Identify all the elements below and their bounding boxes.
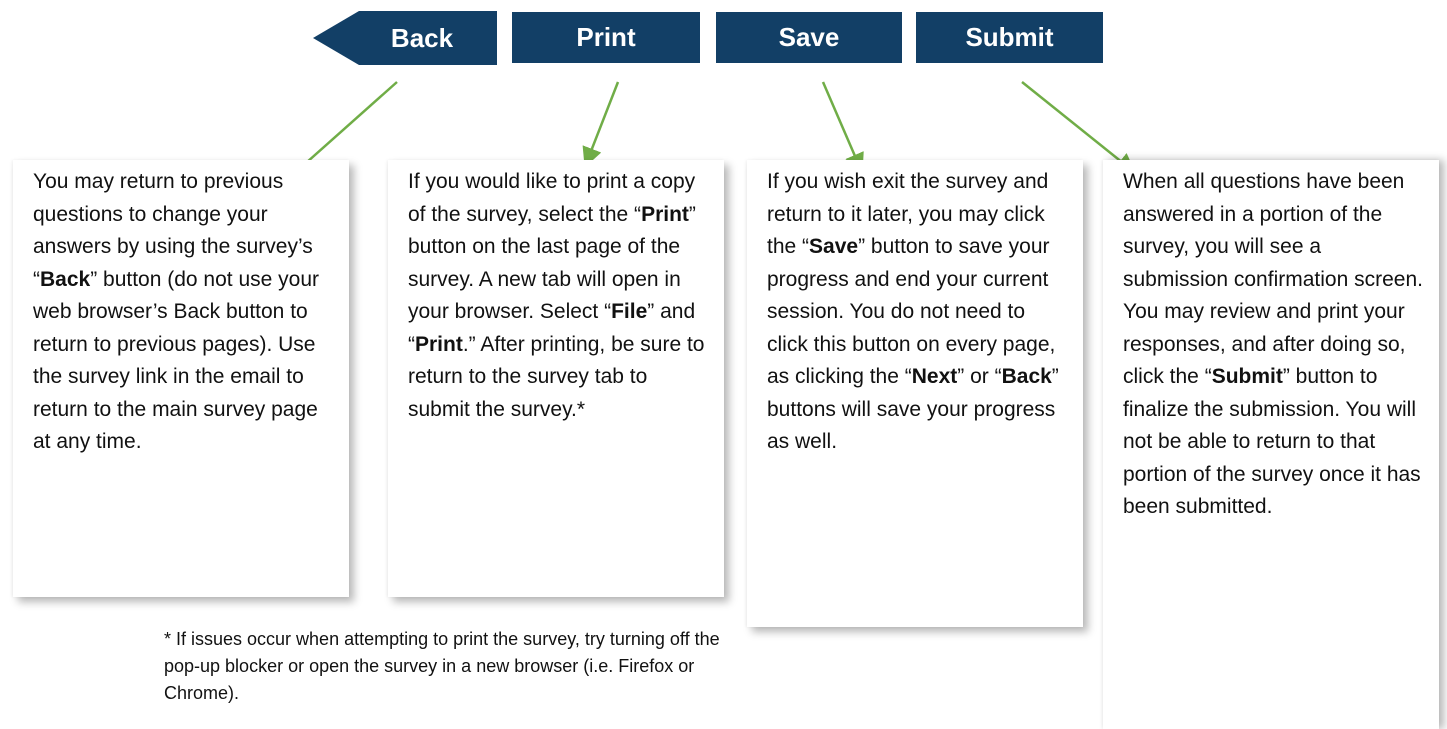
print-button[interactable]: Print (512, 12, 700, 63)
back-button-label: Back (390, 22, 454, 53)
save-button-label: Save (778, 22, 840, 52)
submit-info-text: When all questions have been answered in… (1123, 170, 1423, 518)
submit-info-card: When all questions have been answered in… (1103, 160, 1439, 729)
print-footnote: * If issues occur when attempting to pri… (164, 629, 720, 703)
submit-button-label: Submit (965, 22, 1054, 52)
back-info-text: You may return to previous questions to … (33, 170, 320, 453)
save-callout-arrow (821, 81, 864, 174)
back-button[interactable]: Back (313, 11, 497, 65)
back-info-card: You may return to previous questions to … (13, 160, 349, 597)
save-info-text: If you wish exit the survey and return t… (767, 170, 1059, 453)
print-info-card: If you would like to print a copy of the… (388, 160, 724, 597)
submit-callout-arrow (1021, 81, 1136, 174)
save-button[interactable]: Save (716, 12, 902, 63)
submit-button[interactable]: Submit (916, 12, 1103, 63)
print-callout-arrow (582, 81, 620, 168)
print-button-label: Print (576, 22, 636, 52)
save-info-card: If you wish exit the survey and return t… (747, 160, 1083, 627)
print-info-text: If you would like to print a copy of the… (408, 170, 705, 421)
